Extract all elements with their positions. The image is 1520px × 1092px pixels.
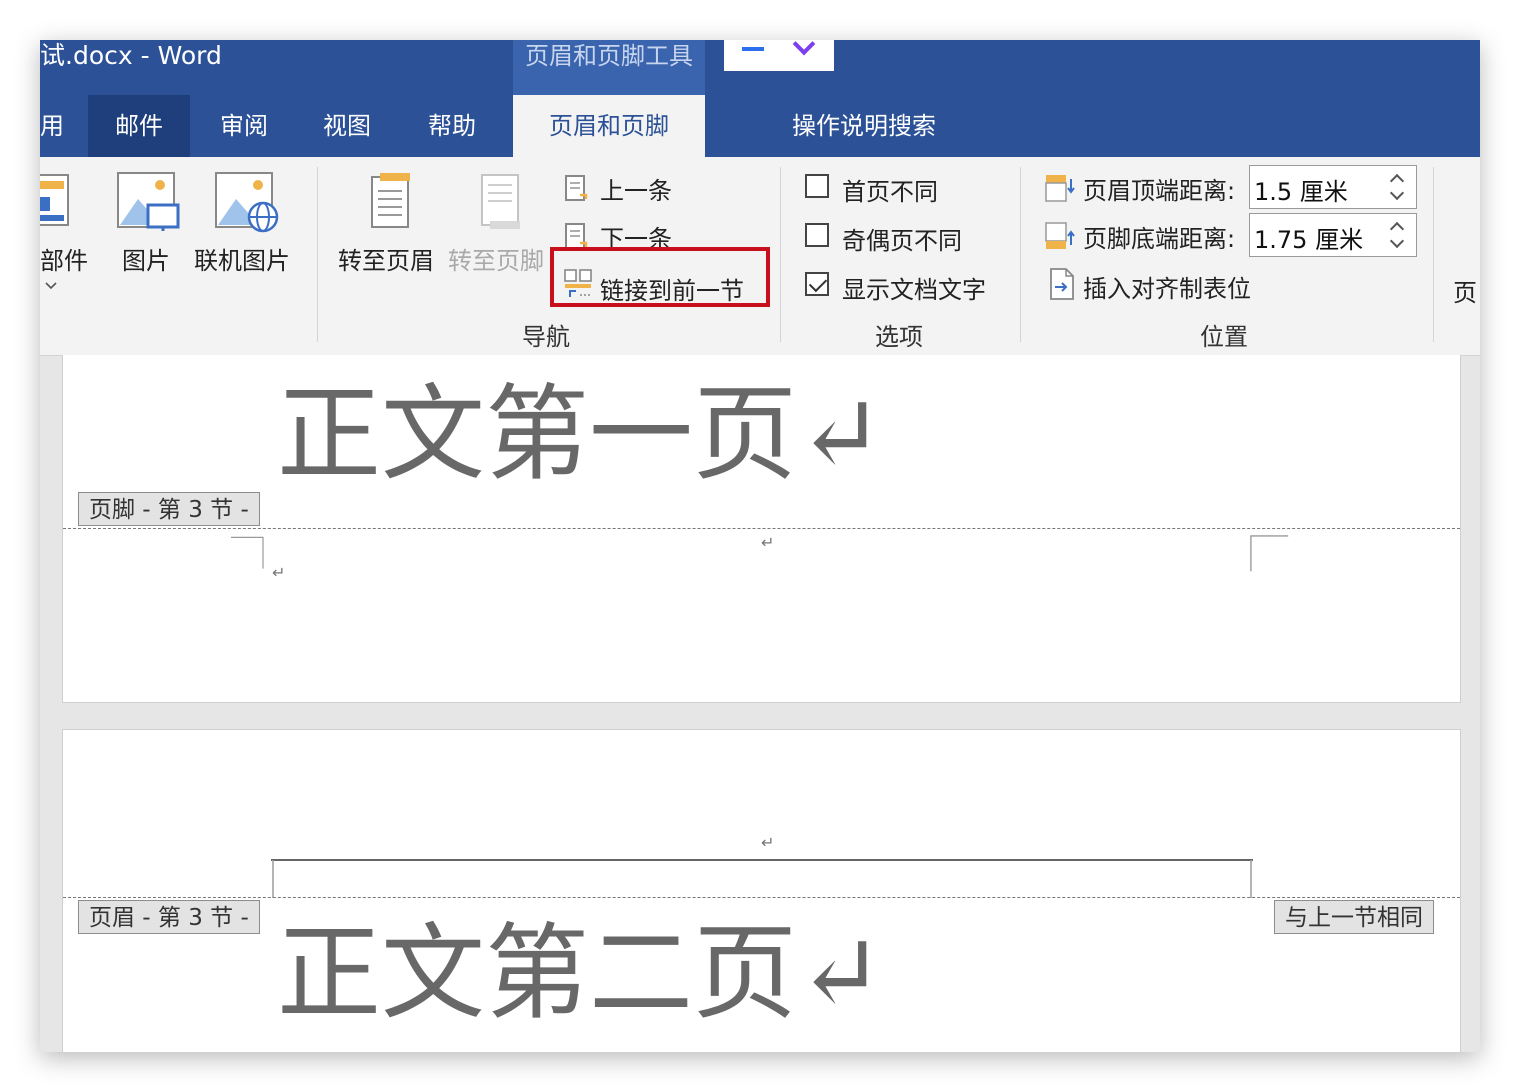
tab-review[interactable]: 审阅 <box>220 95 268 157</box>
paragraph-mark: ↵ <box>761 833 775 852</box>
show-document-text-checkbox[interactable] <box>805 272 829 296</box>
tab-mailings[interactable]: 邮件 <box>88 95 190 157</box>
go-to-header-icon[interactable] <box>366 171 416 233</box>
footer-bottom-distance-spinner[interactable]: 1.75 厘米 <box>1249 213 1417 257</box>
previous-label[interactable]: 上一条 <box>600 171 672 206</box>
title-bar: 试.docx - Word 页眉和页脚工具 <box>40 40 1480 95</box>
online-picture-label[interactable]: 联机图片 <box>194 241 290 276</box>
header-top-distance-label: 页眉顶端距离: <box>1083 177 1236 205</box>
close-header-footer-partial[interactable]: 页 <box>1453 273 1477 308</box>
go-to-header-label[interactable]: 转至页眉 <box>338 241 434 276</box>
document-page-1: 正文第一页↵ 页脚 - 第 3 节 - ↵ ↵ <box>62 355 1461 703</box>
tab-help[interactable]: 帮助 <box>428 95 476 157</box>
header-top-distance-spinner[interactable]: 1.5 厘米 <box>1249 165 1417 209</box>
spin-down-icon[interactable] <box>1389 185 1405 201</box>
picture-label[interactable]: 图片 <box>122 241 170 276</box>
different-first-page-checkbox[interactable] <box>805 174 829 198</box>
page1-body-text[interactable]: 正文第一页↵ <box>277 379 884 489</box>
word-window: 试.docx - Word 页眉和页脚工具 用 邮件 审阅 视图 帮助 页眉和页… <box>40 40 1480 1052</box>
go-to-footer-label: 转至页脚 <box>448 247 544 275</box>
margin-corner-mark <box>231 536 264 569</box>
ribbon: 部件 图片 联机图片 转至页眉 转至页脚 上一条 下一条 链接到前一节 导航 首… <box>40 157 1480 356</box>
footer-bottom-distance-icon <box>1045 222 1075 249</box>
document-page-2: ↵ 页眉 - 第 3 节 - 与上一节相同 正文第二页↵ <box>62 729 1461 1052</box>
margin-corner-mark <box>1250 535 1289 572</box>
contextual-tab-group-label: 页眉和页脚工具 <box>513 40 705 95</box>
navigation-group-label: 导航 <box>522 323 570 351</box>
different-odd-even-label[interactable]: 奇偶页不同 <box>842 221 962 256</box>
header-top-distance-value[interactable]: 1.5 厘米 <box>1254 172 1348 207</box>
go-to-footer-icon <box>481 174 520 229</box>
position-group-label: 位置 <box>1200 323 1248 351</box>
header-boundary-line <box>63 897 1460 898</box>
tab-header-footer[interactable]: 页眉和页脚 <box>513 95 705 157</box>
quick-parts-icon[interactable] <box>40 173 72 229</box>
quick-access-toolbar <box>724 40 834 71</box>
previous-icon[interactable] <box>564 173 594 203</box>
paragraph-mark: ↵ <box>272 563 286 582</box>
page2-body-text[interactable]: 正文第二页↵ <box>277 918 884 1028</box>
paragraph-mark: ↵ <box>761 533 775 552</box>
footer-section-tag: 页脚 - 第 3 节 - <box>78 492 260 526</box>
checkmark-icon <box>808 273 828 293</box>
header-bottom-border <box>271 859 1253 898</box>
minimize-icon[interactable] <box>742 47 764 51</box>
footer-bottom-distance-value[interactable]: 1.75 厘米 <box>1254 220 1363 255</box>
spin-down-icon[interactable] <box>1389 233 1405 249</box>
footer-bottom-distance-label: 页脚底端距离: <box>1083 225 1236 253</box>
show-document-text-label[interactable]: 显示文档文字 <box>842 270 986 305</box>
insert-alignment-tab-label[interactable]: 插入对齐制表位 <box>1083 269 1251 304</box>
ribbon-tab-row: 用 邮件 审阅 视图 帮助 页眉和页脚 操作说明搜索 <box>40 95 1480 200</box>
online-picture-icon[interactable] <box>214 171 282 233</box>
chevron-down-icon[interactable] <box>792 40 816 56</box>
chevron-down-icon[interactable] <box>44 281 58 291</box>
different-first-page-label[interactable]: 首页不同 <box>842 172 938 207</box>
tab-view[interactable]: 视图 <box>323 95 371 157</box>
same-as-previous-tag: 与上一节相同 <box>1274 900 1434 934</box>
quick-parts-label[interactable]: 部件 <box>40 241 88 276</box>
different-odd-even-checkbox[interactable] <box>805 223 829 247</box>
picture-icon[interactable] <box>116 171 182 233</box>
header-top-distance-icon <box>1045 175 1075 202</box>
search-tell-me[interactable]: 操作说明搜索 <box>792 95 936 157</box>
header-section-tag: 页眉 - 第 3 节 - <box>78 900 260 934</box>
options-group-label: 选项 <box>875 323 923 351</box>
insert-alignment-tab-icon[interactable] <box>1048 267 1076 301</box>
highlight-annotation <box>550 247 770 307</box>
document-title: 试.docx - Word <box>40 41 222 70</box>
footer-boundary-line <box>63 528 1460 529</box>
tab-partial[interactable]: 用 <box>40 95 64 157</box>
